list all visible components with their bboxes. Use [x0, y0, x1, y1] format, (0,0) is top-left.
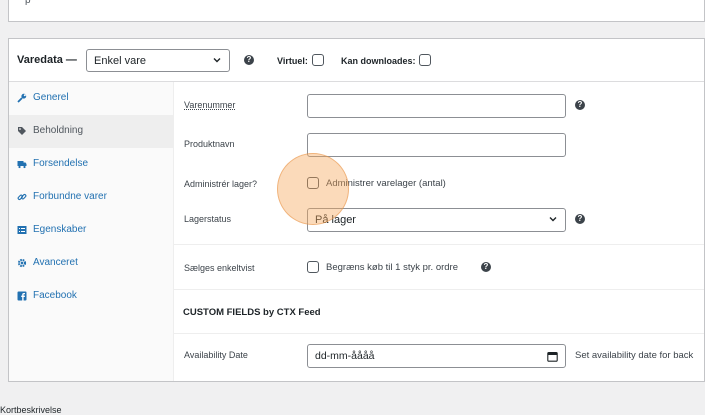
sku-input[interactable] — [307, 94, 566, 118]
virtual-label: Virtuel: — [277, 56, 308, 66]
tab-shipping[interactable]: Forsendelse — [9, 148, 174, 181]
tab-advanced[interactable]: Avanceret — [9, 247, 174, 280]
tab-facebook[interactable]: Facebook — [9, 280, 174, 313]
divider — [174, 333, 704, 334]
tab-linked-products[interactable]: Forbundne varer — [9, 181, 174, 214]
product-type-value: Enkel vare — [94, 55, 146, 67]
tab-linked-products-label: Forbundne varer — [33, 191, 107, 202]
top-field[interactable]: p — [8, 0, 705, 22]
tab-attributes[interactable]: Egenskaber — [9, 214, 174, 247]
tab-general-label: Generel — [33, 92, 69, 103]
stock-status-value: På lager — [315, 214, 356, 226]
sku-label: Varenummer — [184, 100, 236, 110]
stock-status-help-icon[interactable]: ? — [575, 214, 585, 224]
product-data-title: Varedata — — [17, 54, 77, 66]
wrench-icon — [17, 93, 27, 103]
product-data-header: Varedata — Enkel vare ? Virtuel: Kan dow… — [9, 39, 704, 82]
sku-help-icon[interactable]: ? — [575, 100, 585, 110]
tab-general[interactable]: Generel — [9, 82, 174, 115]
product-data-tabs: Generel Beholdning Forsendelse Forbundne… — [9, 82, 174, 381]
list-icon — [17, 226, 27, 234]
availability-date-placeholder: dd-mm-åååå — [315, 350, 375, 362]
availability-date-hint: Set availability date for back — [575, 350, 694, 361]
divider — [174, 244, 704, 245]
chevron-down-icon — [549, 217, 557, 222]
product-name-label: Produktnavn — [184, 139, 235, 149]
tab-inventory-label: Beholdning — [33, 125, 84, 136]
tab-advanced-label: Avanceret — [33, 257, 78, 268]
availability-date-label: Availability Date — [184, 350, 248, 360]
availability-date-input[interactable]: dd-mm-åååå — [307, 344, 566, 368]
sold-individually-help-icon[interactable]: ? — [481, 262, 491, 272]
product-name-input[interactable] — [307, 133, 566, 157]
tab-facebook-label: Facebook — [33, 290, 77, 301]
sold-individually-text: Begræns køb til 1 styk pr. ordre — [326, 262, 458, 273]
chevron-down-icon — [213, 58, 221, 63]
product-data-panel: Varedata — Enkel vare ? Virtuel: Kan dow… — [8, 38, 705, 382]
downloadable-label: Kan downloades: — [341, 56, 416, 66]
custom-fields-title: CUSTOM FIELDS by CTX Feed — [183, 307, 321, 318]
downloadable-checkbox[interactable] — [419, 54, 431, 66]
facebook-icon — [17, 291, 27, 301]
link-icon — [17, 194, 27, 200]
tab-attributes-label: Egenskaber — [33, 224, 87, 235]
top-field-value: p — [25, 0, 31, 6]
truck-icon — [17, 161, 27, 169]
tag-icon — [18, 127, 26, 135]
manage-stock-text: Administrer varelager (antal) — [326, 178, 446, 189]
stock-status-label: Lagerstatus — [184, 214, 232, 224]
stock-status-select[interactable]: På lager — [307, 208, 566, 232]
divider — [174, 289, 704, 290]
sold-individually-checkbox[interactable] — [307, 261, 319, 273]
manage-stock-checkbox[interactable] — [307, 177, 319, 189]
tab-inventory[interactable]: Beholdning — [9, 115, 174, 148]
virtual-checkbox[interactable] — [312, 54, 324, 66]
manage-stock-label: Administrér lager? — [184, 179, 258, 189]
calendar-icon[interactable] — [547, 351, 558, 362]
gear-icon — [17, 258, 27, 268]
sold-individually-label: Sælges enkeltvist — [184, 263, 255, 273]
tab-shipping-label: Forsendelse — [33, 158, 89, 169]
help-icon[interactable]: ? — [244, 55, 254, 65]
inventory-panel: Varenummer ? Produktnavn Administrér lag… — [174, 82, 704, 381]
product-type-select[interactable]: Enkel vare — [86, 49, 230, 72]
